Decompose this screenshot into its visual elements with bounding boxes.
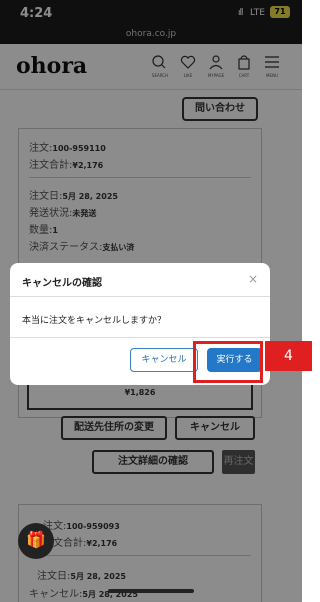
step-badge: 4	[265, 341, 312, 371]
divider	[10, 296, 270, 297]
step-highlight-box	[193, 341, 263, 383]
divider	[10, 337, 270, 338]
home-indicator	[108, 589, 194, 593]
close-icon[interactable]: ×	[248, 272, 258, 286]
dialog-cancel-button[interactable]: キャンセル	[130, 348, 198, 372]
dialog-message: 本当に注文をキャンセルしますか？	[22, 316, 167, 326]
phone-screen: 4:24 ıll LTE 71 ohora.co.jp ohora SEARCH…	[0, 0, 302, 602]
dialog-title: キャンセルの確認	[22, 278, 102, 289]
gift-icon[interactable]: 🎁	[18, 523, 54, 559]
